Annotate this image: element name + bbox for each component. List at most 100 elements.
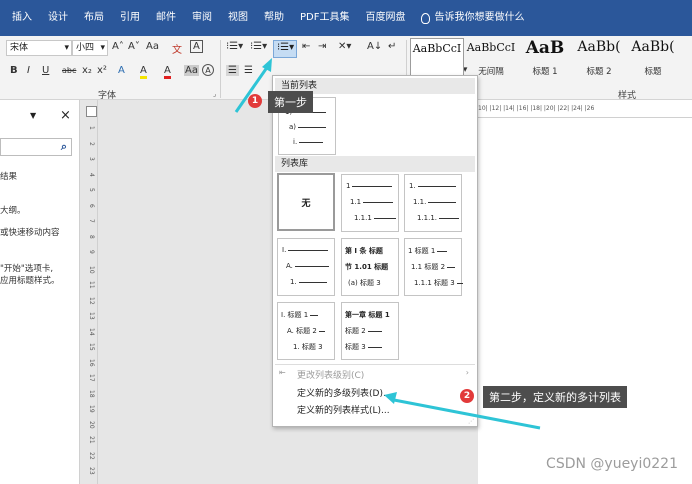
chevron-down-icon: ▾ (64, 43, 69, 53)
ruler-mark: 5 (88, 188, 95, 192)
shrink-font-button[interactable]: A˅ (128, 41, 140, 52)
menu-mailings[interactable]: 邮件 (148, 0, 184, 36)
nav-text: 结果 (0, 172, 18, 182)
close-icon[interactable]: × (60, 108, 71, 123)
strikethrough-button[interactable]: abc (62, 66, 76, 75)
ruler-mark: 14 (88, 327, 95, 336)
font-name-select[interactable]: 宋体 ▾ (6, 40, 72, 56)
list-library-tile[interactable]: 1. 1.1. 1.1.1. (404, 174, 462, 232)
char-border-button[interactable]: A (190, 40, 203, 53)
step1-callout: 第一步 (268, 91, 313, 113)
increase-indent-button[interactable]: ⇥ (318, 41, 326, 52)
define-new-list-style-item[interactable]: 定义新的列表样式(L)... (297, 403, 390, 416)
chevron-right-icon: › (465, 368, 469, 377)
menu-layout[interactable]: 布局 (76, 0, 112, 36)
ruler-mark: 19 (88, 405, 95, 413)
sort-button[interactable]: A↓ (367, 41, 382, 52)
menu-pdf-tools[interactable]: PDF工具集 (292, 0, 357, 36)
decrease-indent-button[interactable]: ⇤ (302, 41, 310, 52)
grow-font-button[interactable]: A˄ (112, 41, 124, 52)
italic-button[interactable]: I (27, 65, 30, 76)
highlight-button[interactable]: A (140, 65, 147, 79)
menu-insert[interactable]: 插入 (4, 0, 40, 36)
enclose-char-button[interactable]: A (202, 64, 214, 76)
numbering-button[interactable]: ⁝☰▾ (250, 41, 267, 52)
multilevel-list-icon: ⁝☰▾ (277, 42, 295, 53)
list-library-tile[interactable]: 第一章 标题 1 标题 2 标题 3 (341, 302, 399, 360)
ruler-mark: 9 (88, 250, 95, 254)
ruler-mark: 21 (88, 436, 95, 444)
change-case-button[interactable]: Aa (146, 41, 159, 52)
change-level-icon: ⇤ (279, 368, 286, 377)
menu-divider (275, 364, 475, 365)
bullets-button[interactable]: ⁝☰▾ (226, 41, 243, 52)
font-color-button[interactable]: A (164, 65, 171, 79)
show-marks-button[interactable]: ↵ (388, 41, 396, 52)
ruler-mark: 4 (88, 172, 95, 177)
ruler-mark: 17 (88, 374, 95, 382)
ruler-mark: 15 (88, 343, 95, 351)
ruler-mark: 6 (88, 203, 95, 208)
menu-help[interactable]: 帮助 (256, 0, 292, 36)
ruler-mark: 7 (88, 219, 95, 223)
ruler-mark: 23 (88, 467, 95, 475)
menu-baidu-disk[interactable]: 百度网盘 (357, 0, 413, 36)
change-list-level-item[interactable]: 更改列表级别(C) (297, 368, 364, 381)
nav-search-input[interactable]: ⌕ (0, 138, 72, 156)
step2-badge: 2 (460, 389, 474, 403)
navigation-pane: ▼ × ⌕ 结果 大纲。 或快速移动内容 "开始"选项卡, 应用标题样式。 (0, 100, 80, 484)
align-center-button[interactable]: ☰ (244, 65, 253, 76)
list-library-tile[interactable]: 1 1.1 1.1.1 (341, 174, 399, 232)
font-group-label: 字体 (98, 91, 117, 101)
horizontal-ruler: 10| |12| |14| |16| |18| |20| |22| |24| |… (478, 100, 692, 118)
menu-view[interactable]: 视图 (220, 0, 256, 36)
tell-me-label: 告诉我你想要做什么 (434, 12, 525, 23)
dialog-launcher-icon[interactable]: ⌟ (213, 90, 216, 98)
list-library-tile[interactable]: 1 标题 1 1.1 标题 2 1.1.1 标题 3 (404, 238, 463, 296)
underline-button[interactable]: U (42, 65, 49, 76)
menu-design[interactable]: 设计 (40, 0, 76, 36)
step1-badge: 1 (248, 94, 262, 108)
ruler-mark: 3 (88, 157, 95, 161)
style-title[interactable]: AaBb(标题 (626, 38, 680, 78)
lightbulb-icon (421, 12, 431, 24)
resize-grip-icon[interactable]: ⋰ (468, 418, 474, 425)
nav-text: "开始"选项卡, (0, 264, 54, 274)
step2-callout: 第二步，定义新的多计列表 (483, 386, 627, 408)
bold-button[interactable]: B (10, 65, 18, 76)
tab-selector[interactable] (86, 106, 97, 117)
clear-format-button[interactable]: 文 (172, 41, 182, 56)
pane-options-icon[interactable]: ▼ (30, 111, 36, 120)
document-page[interactable] (478, 118, 692, 484)
nav-text: 大纲。 (0, 206, 26, 216)
tell-me-box[interactable]: 告诉我你想要做什么 (413, 0, 532, 36)
style-normal[interactable]: AaBbCcI (410, 38, 464, 78)
nav-text: 或快速移动内容 (0, 228, 60, 238)
font-size-select[interactable]: 小四 ▾ (72, 40, 108, 56)
ruler-mark: 20 (88, 420, 95, 429)
menu-review[interactable]: 审阅 (184, 0, 220, 36)
subscript-button[interactable]: x₂ (82, 65, 92, 76)
list-library-tile[interactable]: I. 标题 1 A. 标题 2 1. 标题 3 (277, 302, 335, 360)
ruler-mark: 2 (88, 141, 95, 146)
align-left-button[interactable]: ☰ (226, 65, 239, 76)
ruler-mark: 22 (88, 451, 95, 460)
style-heading-1[interactable]: AaB 标题 1 (518, 38, 572, 78)
group-separator (220, 40, 221, 98)
menu-references[interactable]: 引用 (112, 0, 148, 36)
search-icon[interactable]: ⌕ (61, 140, 67, 154)
style-heading-2[interactable]: AaBb(标题 2 (572, 38, 626, 78)
nav-text: 应用标题样式。 (0, 276, 60, 286)
superscript-button[interactable]: x² (97, 65, 107, 76)
vertical-ruler: 1 2 3 4 5 6 7 8 9 10 11 12 13 14 15 16 17 18 19 20 21 22 23 (84, 100, 98, 484)
watermark: CSDN @yueyi0221 (546, 456, 678, 472)
text-effects-button[interactable]: A (118, 65, 125, 76)
chinese-layout-button[interactable]: ✕▾ (338, 41, 351, 52)
list-none-tile[interactable]: 无 (277, 173, 335, 231)
list-library-tile[interactable]: 第 I 条 标题 节 1.01 标题 (a) 标题 3 (341, 238, 399, 296)
list-library-tile[interactable]: I. A. 1. (277, 238, 335, 296)
multilevel-list-button[interactable]: ⁝☰▾ (273, 40, 297, 58)
define-new-multilevel-list-item[interactable]: 定义新的多级列表(D)... (297, 386, 392, 399)
char-shading-button[interactable]: Aa (184, 65, 199, 76)
style-no-spacing[interactable]: AaBbCcI 无间隔 (464, 38, 518, 78)
